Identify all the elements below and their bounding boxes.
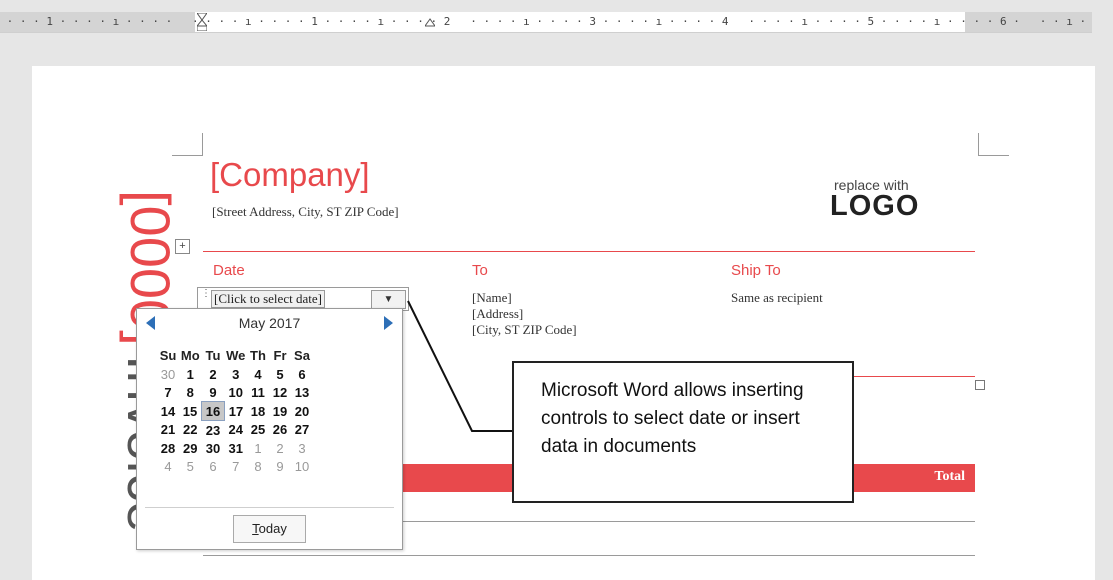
calendar-day[interactable]: 1 [179,365,202,383]
calendar-day-selected[interactable]: 16 [201,401,225,421]
calendar-month-label: May 2017 [238,315,301,331]
calendar-day[interactable]: 4 [157,457,179,475]
resize-handle-icon[interactable] [975,380,985,390]
calendar-popup: May 2017 Su Mo Tu We Th Fr Sa 30 1 2 3 4 5 6 7 8 9 10 11 1… [136,308,403,550]
table-move-handle-icon[interactable]: + [175,239,190,254]
calendar-day[interactable]: 13 [291,383,313,402]
calendar-day[interactable]: 31 [225,439,248,457]
horizontal-ruler: · · · 1 · · · · ı · · · · · · · · ı · · … [0,0,1113,34]
calendar-day[interactable]: 24 [225,421,248,440]
calendar-day[interactable]: 25 [247,421,269,440]
to-name: [Name] [472,290,512,305]
calendar-day[interactable]: 10 [225,383,248,402]
calendar-day[interactable]: 26 [269,421,291,440]
calendar-week-row: 7 8 9 10 11 12 13 [157,383,313,402]
calendar-day[interactable]: 11 [247,383,269,402]
calendar-day[interactable]: 22 [179,421,202,440]
date-dropdown-button[interactable]: ▼ [371,290,406,309]
to-address-block[interactable]: [Name] [Address] [City, ST ZIP Code] [472,290,577,338]
calendar-divider [145,507,394,508]
calendar-day[interactable]: 14 [157,402,179,421]
calendar-day[interactable]: 5 [179,457,202,475]
calendar-day[interactable]: 7 [225,457,248,475]
calendar-week-row: 28 29 30 31 1 2 3 [157,439,313,457]
weekday-header: Su [159,347,177,363]
weekday-header: Mo [180,347,200,363]
weekday-header: We [226,347,246,363]
to-address: [Address] [472,306,524,321]
to-city: [City, ST ZIP Code] [472,322,577,337]
calendar-day[interactable]: 30 [157,365,179,383]
street-address[interactable]: [Street Address, City, ST ZIP Code] [212,204,399,220]
calendar-week-row: 14 15 16 17 18 19 20 [157,401,313,421]
calendar-day[interactable]: 15 [179,402,202,421]
calendar-day[interactable]: 12 [269,383,291,402]
weekday-header: Sa [294,347,310,363]
date-heading: Date [213,262,245,279]
calendar-day[interactable]: 8 [247,457,269,475]
right-indent-marker-icon[interactable] [425,13,435,31]
calendar-day[interactable]: 5 [269,365,291,383]
calendar-day[interactable]: 27 [291,421,313,440]
calendar-day[interactable]: 2 [202,365,225,383]
calendar-day[interactable]: 9 [269,457,291,475]
calendar-day[interactable]: 17 [225,402,248,421]
margin-corner-top-right [978,133,1009,156]
logo-placeholder[interactable]: LOGO [830,190,919,223]
header-divider [203,251,975,252]
calendar-day[interactable]: 6 [291,365,313,383]
indent-marker-icon[interactable] [197,13,207,31]
ship-to-value[interactable]: Same as recipient [731,290,823,306]
calendar-week-row: 4 5 6 7 8 9 10 [157,457,313,475]
calendar-day[interactable]: 30 [202,439,225,457]
calendar-day[interactable]: 23 [202,421,225,440]
date-placeholder[interactable]: [Click to select date] [211,290,325,308]
annotation-callout: Microsoft Word allows inserting controls… [512,361,854,503]
calendar-day[interactable]: 19 [269,402,291,421]
callout-text: Microsoft Word allows inserting controls… [541,380,804,457]
calendar-day[interactable]: 3 [291,439,313,457]
next-month-arrow-icon[interactable] [384,316,393,330]
today-button[interactable]: Today [233,515,306,543]
calendar-week-row: 21 22 23 24 25 26 27 [157,421,313,440]
calendar-day[interactable]: 21 [157,421,179,440]
calendar-day[interactable]: 20 [291,402,313,421]
calendar-day[interactable]: 4 [247,365,269,383]
to-heading: To [472,262,488,279]
calendar-day[interactable]: 7 [157,383,179,402]
weekday-header: Fr [273,347,287,363]
calendar-day[interactable]: 2 [269,439,291,457]
margin-corner-top-left [172,133,203,156]
calendar-day[interactable]: 28 [157,439,179,457]
ruler-ticks: · · · 1 · · · · ı · · · · · · · · ı · · … [0,15,1092,28]
calendar-day[interactable]: 6 [202,457,225,475]
today-label: oday [258,521,287,536]
calendar-day[interactable]: 8 [179,383,202,402]
calendar-day[interactable]: 1 [247,439,269,457]
calendar-day[interactable]: 3 [225,365,248,383]
company-name[interactable]: [Company] [210,156,370,194]
control-grip-icon[interactable]: ⋮ [201,289,211,306]
calendar-day[interactable]: 9 [202,383,225,402]
ship-to-heading: Ship To [731,262,781,279]
weekday-header: Th [250,347,266,363]
calendar-day[interactable]: 18 [247,402,269,421]
row-divider-2 [203,555,975,556]
calendar-day[interactable]: 10 [291,457,313,475]
calendar-day[interactable]: 29 [179,439,202,457]
weekday-header: Tu [205,347,221,363]
calendar-grid: Su Mo Tu We Th Fr Sa 30 1 2 3 4 5 6 7 8 9 10 11 12 13 14 15 16… [157,345,314,475]
calendar-week-row: 30 1 2 3 4 5 6 [157,365,313,383]
total-heading: Total [934,469,965,484]
